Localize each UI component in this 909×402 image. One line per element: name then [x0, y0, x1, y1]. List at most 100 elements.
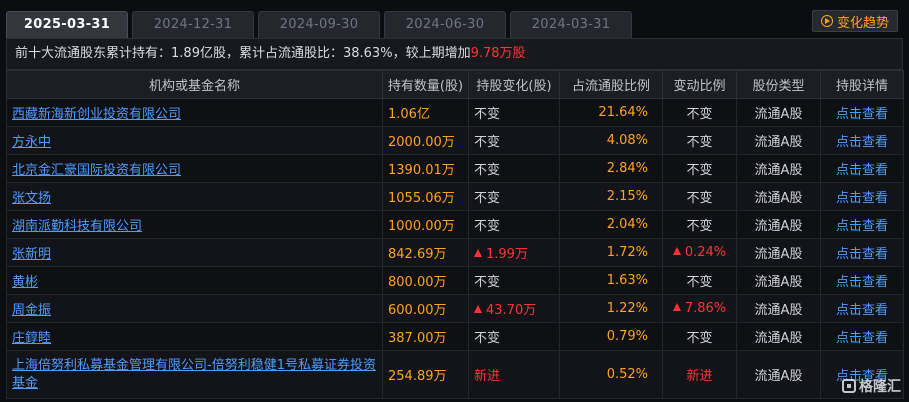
share-type: 流通A股	[736, 210, 821, 239]
hold-change-value: 1.99万	[486, 247, 528, 262]
vary-ratio: 不变	[662, 322, 737, 351]
hold-change: 新进	[468, 350, 560, 399]
holder-name-link[interactable]: 北京金汇豪国际投资有限公司	[6, 154, 383, 183]
share-type: 流通A股	[736, 126, 821, 155]
arrow-up-icon	[474, 305, 482, 313]
vary-ratio-value: 7.86%	[684, 301, 727, 316]
table-row: 张文扬 1055.06万 不变 2.15% 不变 流通A股 点击查看	[6, 182, 904, 211]
tab-2025-03-31[interactable]: 2025-03-31	[6, 11, 128, 38]
hold-change: 不变	[468, 210, 560, 239]
hold-change: 不变	[468, 182, 560, 211]
column-header-hold: 持有数量(股)	[382, 70, 469, 99]
summary-increase: 9.78万股	[470, 46, 526, 61]
hold-amount: 1000.00万	[382, 210, 469, 239]
float-ratio: 1.22%	[559, 294, 663, 323]
float-ratio: 1.72%	[559, 238, 663, 267]
hold-change-value: 43.70万	[486, 303, 537, 318]
tab-2024-03-31[interactable]: 2024-03-31	[510, 11, 632, 38]
detail-link[interactable]: 点击查看	[820, 126, 904, 155]
holder-name-link[interactable]: 庄錞睦	[6, 322, 383, 351]
vary-ratio: 不变	[662, 154, 737, 183]
holder-name-link[interactable]: 张新明	[6, 238, 383, 267]
hold-change: 不变	[468, 322, 560, 351]
float-ratio: 2.15%	[559, 182, 663, 211]
vary-ratio-value: 不变	[686, 275, 713, 290]
shareholder-table: 机构或基金名称 持有数量(股) 持股变化(股) 占流通股比例 变动比例 股份类型…	[6, 70, 904, 399]
detail-link[interactable]: 点击查看	[820, 238, 904, 267]
detail-link[interactable]: 点击查看	[820, 266, 904, 295]
hold-change: 43.70万	[468, 294, 560, 323]
share-type: 流通A股	[736, 322, 821, 351]
hold-amount: 1055.06万	[382, 182, 469, 211]
detail-link[interactable]: 点击查看	[820, 182, 904, 211]
vary-ratio-value: 不变	[686, 331, 713, 346]
vary-ratio-value: 不变	[686, 135, 713, 150]
hold-change: 不变	[468, 154, 560, 183]
column-header-name: 机构或基金名称	[6, 70, 383, 99]
holder-name-link[interactable]: 方永中	[6, 126, 383, 155]
summary-compare-label: ，较上期增加	[392, 46, 471, 61]
watermark: 格隆汇	[842, 376, 901, 396]
holder-name-link[interactable]: 黄彬	[6, 266, 383, 295]
float-ratio: 0.79%	[559, 322, 663, 351]
summary-total: 1.89亿股	[171, 46, 226, 61]
share-type: 流通A股	[736, 238, 821, 267]
table-row: 上海倍努利私募基金管理有限公司-倍努利稳健1号私募证券投资基金 254.89万 …	[6, 350, 904, 399]
hold-change: 不变	[468, 98, 560, 127]
holder-name-link[interactable]: 周金振	[6, 294, 383, 323]
vary-ratio: 不变	[662, 210, 737, 239]
detail-link[interactable]: 点击查看	[820, 154, 904, 183]
share-type: 流通A股	[736, 294, 821, 323]
hold-amount: 254.89万	[382, 350, 469, 399]
holder-name-link[interactable]: 西藏新海新创业投资有限公司	[6, 98, 383, 127]
column-header-detail: 持股详情	[820, 70, 904, 99]
hold-amount: 2000.00万	[382, 126, 469, 155]
detail-link[interactable]: 点击查看	[820, 98, 904, 127]
hold-amount: 1390.01万	[382, 154, 469, 183]
holder-name-link[interactable]: 湖南派勤科技有限公司	[6, 210, 383, 239]
hold-amount: 842.69万	[382, 238, 469, 267]
vary-ratio-value: 不变	[686, 191, 713, 206]
holder-name-link[interactable]: 上海倍努利私募基金管理有限公司-倍努利稳健1号私募证券投资基金	[6, 350, 383, 399]
hold-change: 1.99万	[468, 238, 560, 267]
vary-ratio-value: 不变	[686, 219, 713, 234]
table-row: 北京金汇豪国际投资有限公司 1390.01万 不变 2.84% 不变 流通A股 …	[6, 154, 904, 183]
detail-link[interactable]: 点击查看	[820, 210, 904, 239]
column-header-ratio: 占流通股比例	[559, 70, 663, 99]
table-header-row: 机构或基金名称 持有数量(股) 持股变化(股) 占流通股比例 变动比例 股份类型…	[6, 70, 904, 99]
table-row: 张新明 842.69万 1.99万 1.72% 0.24% 流通A股 点击查看	[6, 238, 904, 267]
hold-amount: 600.00万	[382, 294, 469, 323]
tab-bar: 2025-03-31 2024-12-31 2024-09-30 2024-06…	[0, 0, 909, 38]
share-type: 流通A股	[736, 266, 821, 295]
detail-link[interactable]: 点击查看	[820, 294, 904, 323]
vary-ratio: 不变	[662, 98, 737, 127]
hold-change-value: 新进	[474, 369, 501, 384]
hold-change-value: 不变	[474, 219, 501, 234]
hold-change-value: 不变	[474, 331, 501, 346]
vary-ratio: 7.86%	[662, 294, 737, 323]
arrow-up-icon	[672, 303, 681, 311]
tab-2024-06-30[interactable]: 2024-06-30	[384, 11, 506, 38]
logo-icon	[842, 379, 856, 393]
holder-name-link[interactable]: 张文扬	[6, 182, 383, 211]
column-header-type: 股份类型	[736, 70, 821, 99]
summary-prefix: 前十大流通股东累计持有：	[15, 46, 172, 61]
hold-change-value: 不变	[474, 135, 501, 150]
float-ratio: 2.04%	[559, 210, 663, 239]
detail-link[interactable]: 点击查看	[820, 322, 904, 351]
tab-2024-09-30[interactable]: 2024-09-30	[258, 11, 380, 38]
hold-amount: 800.00万	[382, 266, 469, 295]
vary-ratio-value: 不变	[686, 107, 713, 122]
table-row: 黄彬 800.00万 不变 1.63% 不变 流通A股 点击查看	[6, 266, 904, 295]
share-type: 流通A股	[736, 182, 821, 211]
summary-ratio-label: ，累计占流通股比：	[225, 46, 343, 61]
table-row: 庄錞睦 387.00万 不变 0.79% 不变 流通A股 点击查看	[6, 322, 904, 351]
tab-2024-12-31[interactable]: 2024-12-31	[132, 11, 254, 38]
vary-ratio-value: 不变	[686, 163, 713, 178]
table-row: 方永中 2000.00万 不变 4.08% 不变 流通A股 点击查看	[6, 126, 904, 155]
hold-amount: 387.00万	[382, 322, 469, 351]
watermark-text: 格隆汇	[859, 379, 901, 395]
share-type: 流通A股	[736, 350, 821, 399]
share-type: 流通A股	[736, 98, 821, 127]
trend-button[interactable]: 变化趋势	[812, 10, 898, 32]
